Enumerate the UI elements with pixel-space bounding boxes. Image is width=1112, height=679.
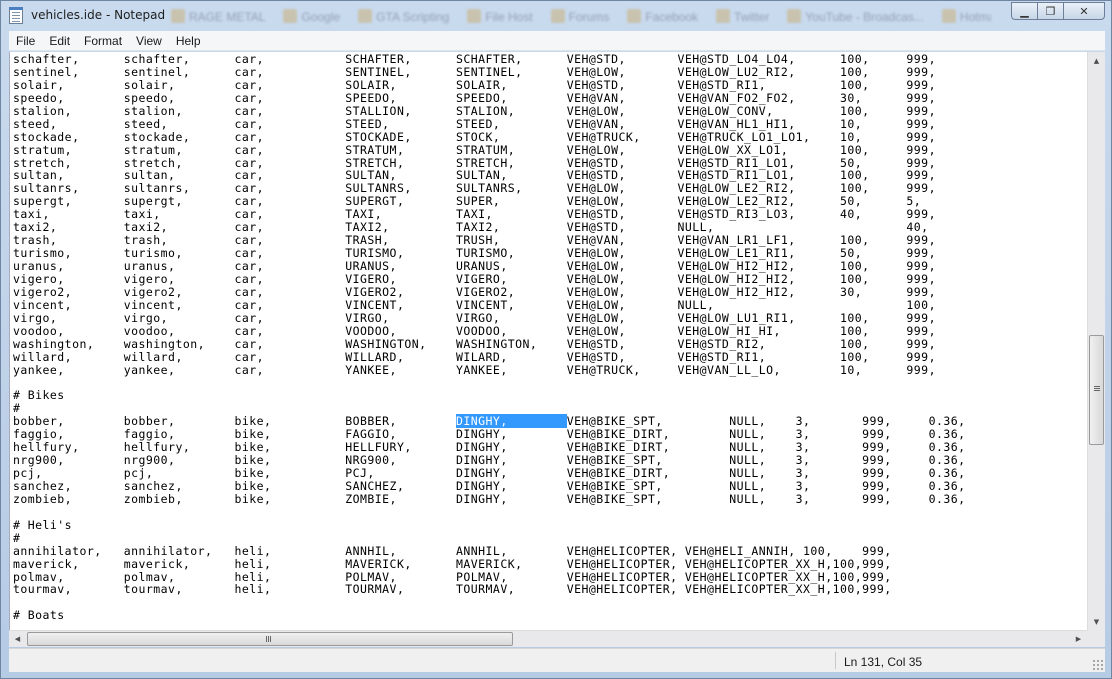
scroll-up-arrow-icon[interactable]: ▲ bbox=[1088, 52, 1105, 69]
text-line[interactable] bbox=[13, 506, 966, 519]
text-line[interactable] bbox=[13, 596, 966, 609]
background-tab-label: RAGE METAL bbox=[189, 10, 266, 24]
tab-favicon-icon bbox=[467, 9, 482, 23]
text-line[interactable]: # bbox=[13, 531, 966, 545]
status-bar: Ln 131, Col 35 bbox=[9, 648, 1105, 672]
notepad-window: vehicles.ide - Notepad RAGE METAL Google G… bbox=[0, 0, 1112, 679]
scrollbar-corner bbox=[1087, 630, 1105, 647]
selected-text[interactable]: DINGHY, bbox=[456, 414, 567, 429]
text-line[interactable]: zombieb, zombieb, bike, ZOMBIE, DINGHY, … bbox=[13, 492, 966, 506]
menu-view[interactable]: View bbox=[129, 34, 169, 48]
background-tab-label: Google bbox=[301, 10, 341, 24]
vertical-scroll-thumb[interactable] bbox=[1089, 335, 1104, 445]
background-tab: Twitter bbox=[716, 9, 769, 24]
background-browser-tabs: RAGE METAL Google GTA Scripting File Host Fo… bbox=[171, 6, 991, 28]
grip-icon bbox=[1094, 386, 1100, 387]
window-title: vehicles.ide - Notepad bbox=[31, 8, 166, 22]
scroll-right-arrow-icon[interactable]: ▶ bbox=[1070, 631, 1087, 647]
text-line[interactable]: pcj, pcj, bike, PCJ, DINGHY, VEH@BIKE_DI… bbox=[13, 467, 966, 480]
menu-edit[interactable]: Edit bbox=[42, 34, 77, 48]
text-line[interactable]: yankee, yankee, car, YANKEE, YANKEE, VEH… bbox=[13, 363, 966, 377]
horizontal-scroll-thumb[interactable] bbox=[27, 632, 513, 646]
scroll-down-arrow-icon[interactable]: ▼ bbox=[1088, 613, 1105, 630]
background-tab: Facebook bbox=[627, 9, 698, 24]
text-line[interactable]: annihilator, annihilator, heli, ANNHIL, … bbox=[13, 544, 966, 558]
text-line[interactable]: sentinel, sentinel, car, SENTINEL, SENTI… bbox=[13, 65, 966, 79]
background-tab-label: Forums bbox=[568, 10, 610, 24]
background-tab-label: GTA Scripting bbox=[376, 10, 450, 24]
text-line[interactable]: stockade, stockade, car, STOCKADE, STOCK… bbox=[13, 130, 966, 144]
text-line[interactable]: vincent, vincent, car, VINCENT, VINCENT,… bbox=[13, 298, 966, 312]
close-icon: ✕ bbox=[1079, 4, 1089, 18]
tab-favicon-icon bbox=[787, 9, 802, 23]
restore-icon: ❐ bbox=[1045, 4, 1056, 18]
text-line[interactable]: willard, willard, car, WILLARD, WILARD, … bbox=[13, 350, 966, 364]
menu-format[interactable]: Format bbox=[77, 34, 129, 48]
text-editor-area[interactable]: schafter, schafter, car, SCHAFTER, SCHAF… bbox=[9, 52, 1087, 630]
vertical-scrollbar[interactable]: ▲ ▼ bbox=[1087, 52, 1105, 630]
background-tab-label: File Host bbox=[485, 10, 533, 24]
cursor-position: Ln 131, Col 35 bbox=[844, 655, 923, 669]
menu-bar: File Edit Format View Help bbox=[9, 31, 1105, 51]
horizontal-scrollbar[interactable]: ◀ ▶ bbox=[9, 630, 1087, 647]
background-tab: File Host bbox=[467, 9, 533, 24]
tab-favicon-icon bbox=[627, 9, 642, 23]
background-tab: Google bbox=[283, 9, 340, 24]
background-tab-label: Twitter bbox=[734, 10, 770, 24]
text-line[interactable]: maverick, maverick, heli, MAVERICK, MAVE… bbox=[13, 557, 966, 571]
text-line[interactable]: steed, steed, car, STEED, STEED, VEH@VAN… bbox=[13, 117, 966, 131]
document-text[interactable]: schafter, schafter, car, SCHAFTER, SCHAF… bbox=[13, 53, 966, 622]
background-tab: YouTube - Broadcas... bbox=[787, 9, 924, 24]
text-line[interactable]: tourmav, tourmav, heli, TOURMAV, TOURMAV… bbox=[13, 583, 966, 596]
text-line[interactable]: schafter, schafter, car, SCHAFTER, SCHAF… bbox=[13, 53, 966, 66]
tab-favicon-icon bbox=[550, 9, 565, 23]
grip-icon bbox=[266, 636, 267, 642]
text-line-before-selection: bobber, bobber, bike, BOBBER, bbox=[13, 414, 457, 429]
tab-favicon-icon bbox=[283, 9, 298, 23]
text-line[interactable]: vigero2, vigero2, car, VIGERO2, VIGERO2,… bbox=[13, 285, 966, 299]
text-line[interactable]: virgo, virgo, car, VIRGO, VIRGO, VEH@LOW… bbox=[13, 311, 966, 325]
background-tab: GTA Scripting bbox=[358, 9, 449, 24]
menu-file[interactable]: File bbox=[9, 34, 42, 48]
background-tab: RAGE METAL bbox=[171, 9, 265, 24]
close-button[interactable]: ✕ bbox=[1063, 2, 1105, 20]
text-line[interactable]: speedo, speedo, car, SPEEDO, SPEEDO, VEH… bbox=[13, 91, 966, 105]
text-line[interactable]: stratum, stratum, car, STRATUM, STRATUM,… bbox=[13, 143, 966, 157]
text-line[interactable]: # Bikes bbox=[13, 389, 966, 402]
background-tab: Forums bbox=[550, 9, 610, 24]
text-line[interactable]: solair, solair, car, SOLAIR, SOLAIR, VEH… bbox=[13, 78, 966, 92]
tab-favicon-icon bbox=[171, 9, 185, 23]
text-line[interactable]: # Heli's bbox=[13, 518, 966, 532]
window-controls: ▁ ❐ ✕ bbox=[1011, 2, 1105, 22]
text-line[interactable]: voodoo, voodoo, car, VOODOO, VOODOO, VEH… bbox=[13, 324, 966, 338]
status-divider bbox=[835, 652, 836, 669]
notepad-app-icon[interactable] bbox=[9, 7, 23, 24]
tab-favicon-icon bbox=[941, 9, 956, 23]
background-tab: Hotmail bbox=[941, 9, 991, 24]
resize-grip-icon[interactable] bbox=[1092, 659, 1103, 670]
menu-help[interactable]: Help bbox=[169, 34, 208, 48]
text-line[interactable]: vigero, vigero, car, VIGERO, VIGERO, VEH… bbox=[13, 272, 966, 286]
tab-favicon-icon bbox=[716, 9, 731, 23]
text-line[interactable]: # Boats bbox=[13, 609, 966, 622]
maximize-button[interactable]: ❐ bbox=[1037, 2, 1064, 20]
text-line-after-selection: VEH@BIKE_SPT, NULL, 3, 999, 0.36, bbox=[566, 414, 966, 429]
minimize-icon: ▁ bbox=[1020, 4, 1029, 18]
background-tab-label: Facebook bbox=[645, 10, 699, 24]
title-bar[interactable]: vehicles.ide - Notepad RAGE METAL Google G… bbox=[1, 1, 1111, 31]
text-line[interactable] bbox=[13, 376, 966, 389]
minimize-button[interactable]: ▁ bbox=[1011, 2, 1038, 20]
text-line[interactable]: washington, washington, car, WASHINGTON,… bbox=[13, 337, 966, 351]
background-tab-label: Hotmail bbox=[959, 10, 991, 24]
text-line[interactable]: uranus, uranus, car, URANUS, URANUS, VEH… bbox=[13, 260, 966, 273]
scroll-left-arrow-icon[interactable]: ◀ bbox=[9, 631, 26, 647]
tab-favicon-icon bbox=[358, 9, 373, 23]
text-line[interactable]: stalion, stalion, car, STALLION, STALION… bbox=[13, 104, 966, 118]
background-tab-label: YouTube - Broadcas... bbox=[805, 10, 924, 24]
text-line[interactable]: sanchez, sanchez, bike, SANCHEZ, DINGHY,… bbox=[13, 479, 966, 493]
